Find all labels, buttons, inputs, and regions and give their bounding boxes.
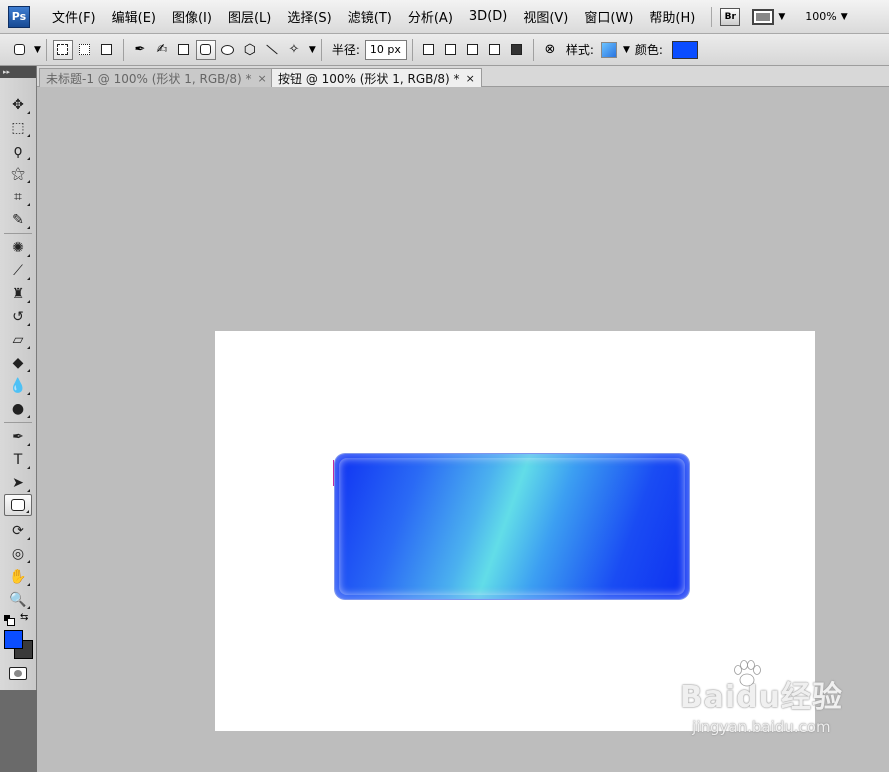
clone-stamp-tool-icon[interactable]: ♜ [4, 283, 32, 305]
eyedropper-tool-icon[interactable]: ✎ [4, 209, 32, 231]
custom-shape-icon[interactable]: ✧ [284, 40, 304, 60]
chevron-down-icon[interactable]: ▼ [778, 12, 785, 22]
menu-3d[interactable]: 3D(D) [461, 9, 515, 24]
radius-label: 半径: [331, 43, 360, 57]
separator [532, 38, 534, 61]
tab-button-doc[interactable]: 按钮 @ 100% (形状 1, RGB/8) * × [271, 68, 482, 87]
menu-separator [711, 6, 713, 27]
bridge-button[interactable]: Br [720, 7, 741, 26]
default-colors-icon[interactable] [4, 615, 15, 626]
paw-logo-icon [733, 660, 761, 687]
healing-brush-tool-icon[interactable]: ✺ [4, 237, 32, 259]
separator [320, 38, 322, 61]
eraser-tool-icon[interactable]: ▱ [4, 329, 32, 351]
color-swatch[interactable] [671, 40, 698, 59]
blur-tool-icon[interactable]: 💧 [4, 375, 32, 397]
menu-bar: Ps 文件(F) 编辑(E) 图像(I) 图层(L) 选择(S) 滤镜(T) 分… [0, 0, 889, 34]
history-brush-tool-icon[interactable]: ↺ [4, 306, 32, 328]
separator [4, 422, 32, 423]
crop-tool-icon[interactable]: ⌗ [4, 186, 32, 208]
paint-bucket-tool-icon[interactable]: ◆ [4, 352, 32, 374]
3d-orbit-tool-icon[interactable]: ◎ [4, 543, 32, 565]
menu-layer[interactable]: 图层(L) [220, 7, 279, 26]
gradient-button-shape[interactable] [335, 454, 689, 599]
pen-tool-icon[interactable]: ✒ [4, 426, 32, 448]
zoom-level[interactable]: 100% [805, 10, 836, 23]
separator [4, 233, 32, 234]
tool-preset-icon[interactable] [9, 40, 29, 60]
quick-mask-icon[interactable] [9, 667, 27, 680]
paths-icon[interactable] [75, 40, 95, 60]
menu-select[interactable]: 选择(S) [279, 7, 339, 26]
tab-title: 按钮 @ 100% (形状 1, RGB/8) * [278, 71, 460, 86]
marquee-tool-icon[interactable]: ⬚ [4, 117, 32, 139]
add-to-shape-icon[interactable] [441, 40, 461, 60]
separator [45, 38, 47, 61]
menu-filter[interactable]: 滤镜(T) [340, 7, 400, 26]
separator [411, 38, 413, 61]
magic-wand-tool-icon[interactable]: ⚝ [4, 163, 32, 185]
swap-colors-icon[interactable]: ⇆ [20, 612, 28, 623]
menu-help[interactable]: 帮助(H) [641, 7, 703, 26]
freeform-pen-icon[interactable]: ✍ [152, 40, 172, 60]
screen-mode-icon[interactable] [752, 8, 775, 25]
intersect-shape-icon[interactable] [485, 40, 505, 60]
rounded-rectangle-tool-icon[interactable] [4, 494, 32, 516]
3d-rotate-tool-icon[interactable]: ⟳ [4, 520, 32, 542]
chevron-down-icon[interactable]: ▼ [623, 45, 630, 55]
foreground-color-swatch[interactable] [4, 630, 23, 649]
subtract-shape-icon[interactable] [463, 40, 483, 60]
create-new-shape-icon[interactable] [419, 40, 439, 60]
separator [122, 38, 124, 61]
chevron-down-icon[interactable]: ▼ [841, 12, 848, 22]
chevron-down-icon[interactable]: ▼ [34, 45, 41, 55]
menu-edit[interactable]: 编辑(E) [104, 7, 164, 26]
menu-view[interactable]: 视图(V) [515, 7, 576, 26]
document-tabs: 未标题-1 @ 100% (形状 1, RGB/8) * × 按钮 @ 100%… [37, 66, 889, 87]
move-tool-icon[interactable]: ✥ [4, 94, 32, 116]
photoshop-logo[interactable]: Ps [8, 5, 30, 28]
ellipse-icon[interactable] [218, 40, 238, 60]
options-bar: ▼ ✒ ✍ ⬡ ✧ ▼ 半径: ⊗ 样式: ▼ 颜色: [0, 34, 889, 66]
collapse-icon[interactable]: ▸▸ [0, 66, 36, 78]
menu-window[interactable]: 窗口(W) [576, 7, 641, 26]
hand-tool-icon[interactable]: ✋ [4, 566, 32, 588]
polygon-icon[interactable]: ⬡ [240, 40, 260, 60]
color-label: 颜色: [634, 43, 663, 57]
button-inner-glow [339, 458, 685, 595]
lasso-tool-icon[interactable]: ϙ [4, 140, 32, 162]
baidu-watermark: Baidu经验 jingyan.baidu.com [680, 660, 843, 736]
menu-analysis[interactable]: 分析(A) [400, 7, 461, 26]
zoom-tool-icon[interactable]: 🔍 [4, 589, 32, 611]
menu-image[interactable]: 图像(I) [164, 7, 220, 26]
close-icon[interactable]: × [258, 72, 267, 85]
chevron-down-icon[interactable]: ▼ [309, 45, 316, 55]
style-swatch[interactable] [600, 41, 617, 58]
menu-file[interactable]: 文件(F) [44, 7, 104, 26]
path-selection-tool-icon[interactable]: ➤ [4, 472, 32, 494]
link-icon[interactable]: ⊗ [540, 40, 560, 60]
tab-title: 未标题-1 @ 100% (形状 1, RGB/8) * [46, 71, 252, 86]
dodge-tool-icon[interactable]: ● [4, 398, 32, 420]
exclude-shape-icon[interactable] [507, 40, 527, 60]
rectangle-icon[interactable] [174, 40, 194, 60]
line-icon[interactable] [262, 40, 282, 60]
style-label: 样式: [565, 43, 594, 57]
fill-pixels-icon[interactable] [97, 40, 117, 60]
radius-input[interactable] [364, 39, 407, 60]
shape-layers-icon[interactable] [52, 39, 73, 60]
path-outline [333, 460, 334, 486]
brush-tool-icon[interactable]: ⟋ [4, 260, 32, 282]
pen-icon[interactable]: ✒ [130, 40, 150, 60]
close-icon[interactable]: × [466, 72, 475, 85]
watermark-url: jingyan.baidu.com [692, 718, 831, 736]
tab-untitled-1[interactable]: 未标题-1 @ 100% (形状 1, RGB/8) * × [39, 68, 274, 87]
type-tool-icon[interactable]: T [4, 449, 32, 471]
rounded-rectangle-icon[interactable] [195, 39, 216, 60]
